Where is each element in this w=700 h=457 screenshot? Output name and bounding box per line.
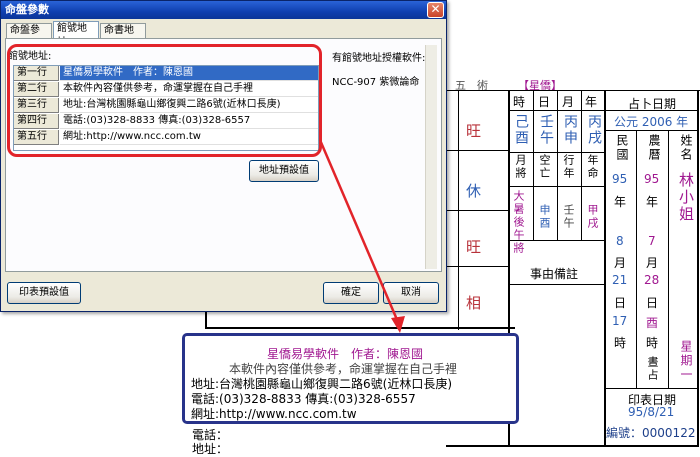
label-month-general: 月將 — [514, 154, 527, 180]
lunar-year-char: 年 — [646, 195, 659, 209]
cancel-button[interactable]: 取消 — [383, 282, 439, 304]
serial-value: 0000122 — [642, 426, 696, 440]
lunar-year: 95 — [644, 172, 660, 186]
name-label: 姓名 — [679, 134, 693, 162]
form-line — [446, 210, 508, 211]
gregorian-year: 公元 2006 年 — [614, 115, 689, 129]
form-line — [508, 284, 605, 285]
ok-button[interactable]: 確定 — [323, 282, 379, 304]
serial-label: 編號： — [606, 426, 643, 440]
form-line — [446, 150, 508, 151]
form-line — [446, 266, 508, 267]
settings-dialog: 命盤參數 ✕ 命盤參數 館號地址 命書地址 館號地址: 第一行 星僑易學軟件 作… — [0, 0, 447, 312]
lunar-hour: 酉 — [646, 316, 659, 330]
pillar-year: 丙戌 — [586, 114, 602, 146]
left-char-4: 相 — [466, 294, 482, 312]
left-char-2: 休 — [466, 182, 482, 200]
pillar-month: 丙申 — [562, 114, 578, 146]
lunar-day: 28 — [644, 273, 660, 287]
roc-month-char: 月 — [614, 256, 627, 270]
roc-day: 21 — [612, 273, 628, 287]
default-address-button[interactable]: 地址預設值 — [249, 160, 319, 182]
serial-number: 編號：0000122 — [606, 424, 695, 441]
dialog-titlebar[interactable]: 命盤參數 — [1, 1, 446, 19]
roc-month: 8 — [616, 234, 624, 248]
form-line — [604, 130, 699, 131]
left-char-3: 旺 — [466, 238, 482, 256]
value-year-life: 甲戌 — [586, 204, 599, 230]
col-time: 時 — [513, 95, 526, 109]
pillar-time: 己酉 — [513, 114, 529, 146]
roc-year: 95 — [612, 172, 628, 186]
address-callout: 星僑易學軟件 作者：陳恩國 本軟件內容僅供參考，命運掌握在自己手裡 地址:台灣桃… — [182, 333, 519, 424]
weekday: 星期一 — [679, 340, 693, 382]
pillar-day: 壬午 — [538, 114, 554, 146]
value-month-general: 大暑後午將 — [512, 190, 525, 255]
left-char-1: 旺 — [466, 122, 482, 140]
close-icon: ✕ — [430, 2, 441, 16]
authorized-software-label: 有館號地址授權軟件: — [332, 53, 426, 64]
form-line — [604, 90, 606, 446]
form-line — [581, 90, 582, 240]
roc-hour-char: 時 — [614, 336, 627, 350]
print-date: 95/8/21 — [628, 405, 675, 419]
authorized-software-item[interactable]: NCC-907 紫微論命 — [332, 73, 419, 88]
form-line — [508, 152, 605, 153]
tab-book-address[interactable]: 命書地址 — [100, 23, 146, 50]
lunar-hour-char: 時 — [646, 336, 659, 350]
form-line — [508, 240, 605, 241]
dialog-button-bar: 印表預設值 確定 取消 — [1, 275, 446, 311]
form-line — [604, 110, 699, 111]
form-left-border — [205, 312, 207, 328]
form-line — [604, 388, 699, 389]
close-button[interactable]: ✕ — [427, 2, 444, 18]
callout-line-5: 網址:http://www.ncc.com.tw — [191, 407, 357, 421]
label-year-life: 年命 — [586, 154, 599, 180]
roc-day-char: 日 — [614, 296, 627, 310]
authorized-list-scrollbar[interactable] — [425, 45, 437, 269]
dialog-title: 命盤參數 — [5, 3, 49, 16]
lunar-month-char: 月 — [646, 256, 659, 270]
col-month: 月 — [562, 95, 575, 109]
label-walking-year: 行年 — [562, 154, 575, 180]
tab-chart-params[interactable]: 命盤參數 — [6, 23, 52, 50]
name-value: 林小姐 — [677, 172, 695, 223]
print-default-button[interactable]: 印表預設值 — [7, 282, 81, 304]
col-year: 年 — [585, 95, 598, 109]
form-line — [668, 130, 669, 388]
lunar-month: 7 — [648, 234, 656, 248]
highlight-outline — [7, 44, 322, 157]
roc-label: 民國 — [615, 134, 629, 162]
divination-type: 晝占 — [646, 356, 659, 382]
value-walking-year: 壬午 — [562, 204, 575, 230]
roc-year-char: 年 — [614, 195, 627, 209]
roc-hour: 17 — [612, 314, 628, 328]
event-notes-label: 事由備註 — [530, 267, 579, 281]
form-line — [446, 445, 699, 447]
lunar-label: 農曆 — [647, 134, 661, 162]
form-line — [533, 90, 534, 240]
label-void: 空亡 — [538, 154, 551, 180]
footer-address-label: 地址： — [192, 442, 229, 456]
form-line — [697, 90, 699, 446]
form-line — [508, 186, 605, 187]
col-day: 日 — [538, 95, 551, 109]
value-void: 申酉 — [538, 204, 551, 230]
form-line — [636, 130, 637, 388]
form-line — [557, 90, 558, 240]
lunar-day-char: 日 — [646, 296, 659, 310]
